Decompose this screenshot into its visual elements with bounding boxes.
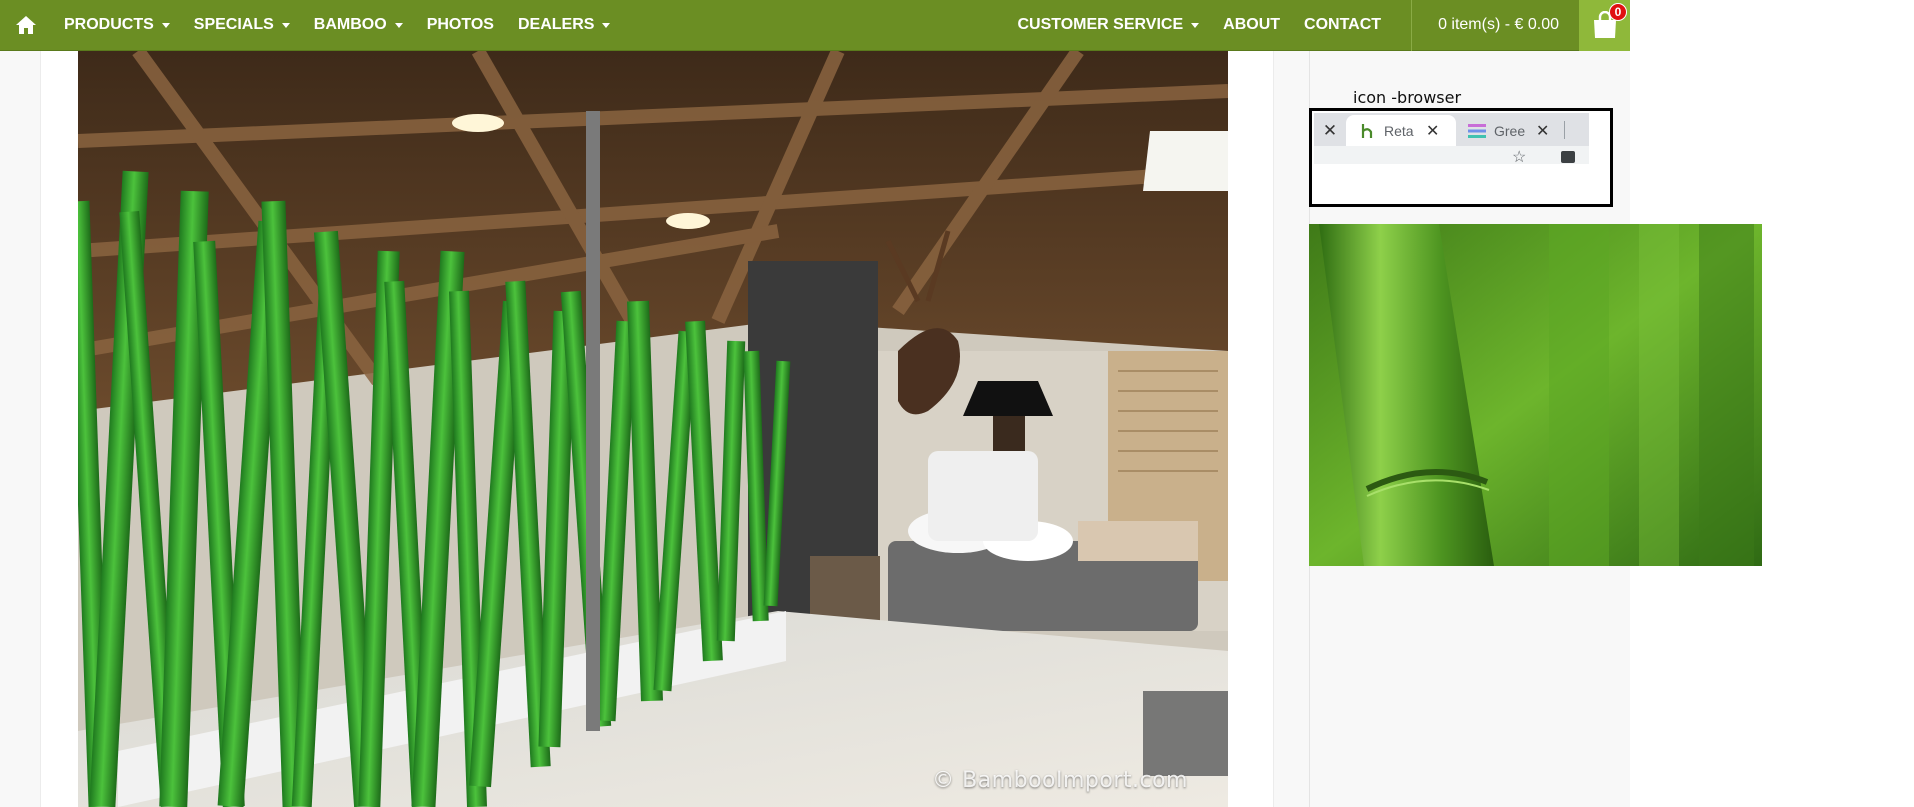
nav-dealers-label: DEALERS <box>517 16 595 33</box>
showroom-illustration <box>78 51 1228 807</box>
photo-watermark: © BambooImport.com <box>932 768 1188 793</box>
home-icon <box>16 16 36 34</box>
nav-photos[interactable]: PHOTOS <box>415 0 506 51</box>
browser-tab-strip: ✕ Reta ✕ Gree ✕ <box>1314 113 1589 146</box>
chevron-down-icon <box>281 22 290 28</box>
nav-customer-service-label: CUSTOMER SERVICE <box>1017 16 1184 33</box>
nav-contact[interactable]: CONTACT <box>1292 0 1393 51</box>
main-navbar: PRODUCTS SPECIALS BAMBOO PHOTOS DEALERS … <box>0 0 1630 51</box>
tab-divider <box>1564 121 1565 139</box>
nav-dealers[interactable]: DEALERS <box>506 0 622 51</box>
nav-photos-label: PHOTOS <box>426 16 494 33</box>
bamboo-leaf-favicon-icon <box>1358 122 1376 140</box>
nav-about[interactable]: ABOUT <box>1211 0 1292 51</box>
showroom-bamboo-photo: © BambooImport.com <box>78 51 1228 807</box>
nav-bamboo[interactable]: BAMBOO <box>302 0 415 51</box>
hamburger-favicon-icon <box>1468 122 1486 140</box>
browser-tab-active[interactable]: Reta ✕ <box>1346 115 1456 146</box>
browser-tab-title: Gree <box>1494 122 1526 139</box>
cart-count-badge: 0 <box>1609 2 1627 21</box>
nav-customer-service[interactable]: CUSTOMER SERVICE <box>1005 0 1211 51</box>
browser-tab-title: Reta <box>1384 122 1414 139</box>
star-icon[interactable]: ☆ <box>1512 147 1526 167</box>
chevron-down-icon <box>602 22 611 28</box>
browser-address-bar[interactable] <box>1314 146 1589 164</box>
bamboo-closeup-illustration <box>1309 224 1762 566</box>
chevron-down-icon <box>1191 22 1200 28</box>
browser-tabs-screenshot: ✕ Reta ✕ Gree ✕ ☆ <box>1309 108 1613 207</box>
nav-specials-label: SPECIALS <box>193 16 274 33</box>
nav-products[interactable]: PRODUCTS <box>52 0 182 51</box>
tab-close-icon[interactable]: ✕ <box>1536 121 1549 141</box>
chevron-down-icon <box>394 22 403 28</box>
extension-icon[interactable] <box>1561 151 1575 163</box>
cart-summary[interactable]: 0 item(s) - € 0.00 <box>1412 0 1579 51</box>
nav-products-label: PRODUCTS <box>64 16 154 33</box>
nav-contact-label: CONTACT <box>1304 16 1382 33</box>
close-icon[interactable]: ✕ <box>1314 115 1346 146</box>
nav-specials[interactable]: SPECIALS <box>182 0 302 51</box>
bamboo-closeup-photo <box>1309 224 1762 566</box>
nav-bamboo-label: BAMBOO <box>313 16 387 33</box>
tab-close-icon[interactable]: ✕ <box>1426 121 1439 141</box>
icon-browser-caption: icon -browser <box>1353 88 1462 107</box>
home-link[interactable] <box>0 0 52 51</box>
chevron-down-icon <box>161 22 170 28</box>
browser-tab-inactive[interactable]: Gree ✕ <box>1456 115 1564 146</box>
nav-about-label: ABOUT <box>1223 16 1281 33</box>
cart-button[interactable]: 0 <box>1579 0 1630 51</box>
